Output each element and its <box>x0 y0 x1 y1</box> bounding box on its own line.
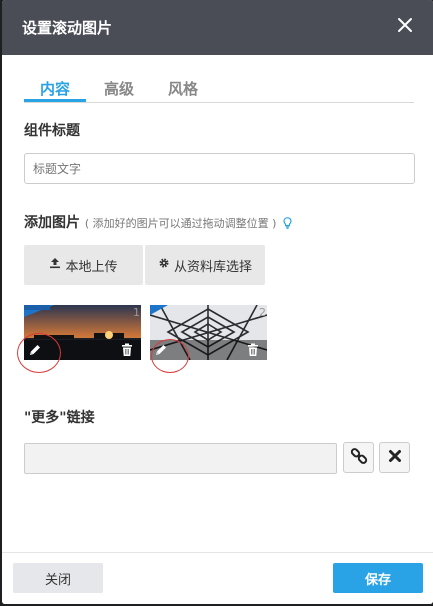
lightbulb-icon <box>283 217 292 233</box>
close-icon[interactable] <box>395 15 415 35</box>
component-title-input[interactable] <box>24 153 415 184</box>
dialog-footer: 关闭 保存 <box>2 552 433 604</box>
active-tab-indicator <box>24 99 86 102</box>
image-index: 2 <box>259 306 266 319</box>
add-images-label: 添加图片 <box>24 215 80 231</box>
tab-content[interactable]: 内容 <box>40 78 70 99</box>
add-images-heading: 添加图片 ( 添加好的图片可以通过拖动调整位置 ) <box>24 212 292 233</box>
insert-link-button[interactable] <box>343 442 374 473</box>
save-button[interactable]: 保存 <box>333 563 423 593</box>
component-title-label: 组件标题 <box>24 123 80 139</box>
dialog-titlebar: 设置滚动图片 <box>2 0 433 55</box>
annotation-circle <box>151 339 189 373</box>
clear-link-button[interactable] <box>379 442 410 473</box>
link-icon <box>350 447 368 469</box>
upload-local-label: 本地上传 <box>65 259 118 275</box>
choose-from-library-button[interactable]: 从资料库选择 <box>145 245 265 285</box>
dialog-title: 设置滚动图片 <box>22 19 113 37</box>
annotation-circle <box>17 333 61 373</box>
gear-icon <box>158 257 174 273</box>
upload-local-button[interactable]: 本地上传 <box>24 245 143 285</box>
from-library-label: 从资料库选择 <box>173 259 252 275</box>
image-index: 1 <box>133 306 140 319</box>
trash-icon[interactable] <box>247 342 261 358</box>
more-link-input[interactable] <box>24 443 337 474</box>
settings-dialog: 设置滚动图片 内容 高级 风格 组件标题 添加图片 ( 添加好的图片可以通过拖动… <box>2 0 433 604</box>
drag-hint-text: ( 添加好的图片可以通过拖动调整位置 ) <box>84 217 277 230</box>
tab-style[interactable]: 风格 <box>168 78 198 99</box>
more-link-label: "更多"链接 <box>24 410 95 426</box>
close-button[interactable]: 关闭 <box>13 563 103 593</box>
tab-advanced[interactable]: 高级 <box>104 78 134 99</box>
upload-icon <box>49 257 65 273</box>
close-icon <box>388 448 402 467</box>
trash-icon[interactable] <box>121 342 135 358</box>
tab-bar: 内容 高级 风格 <box>24 76 414 103</box>
